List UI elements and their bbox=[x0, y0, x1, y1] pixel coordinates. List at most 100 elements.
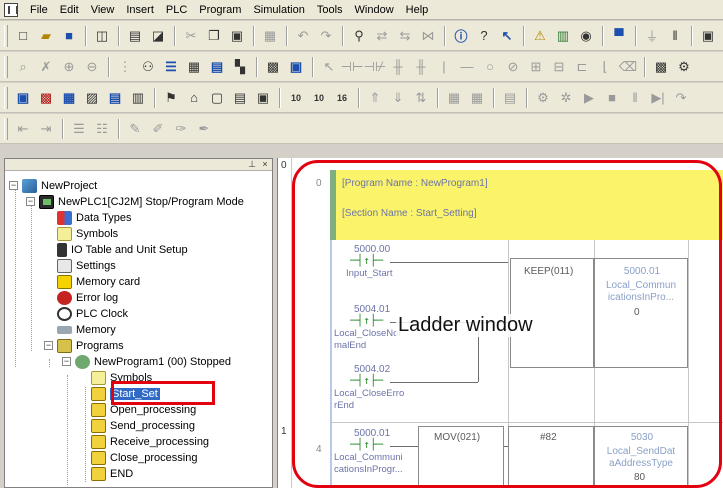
toggle-window-icon[interactable]: ▀ bbox=[608, 25, 630, 47]
tree-item-newprogram1[interactable]: − NewProgram1 (00) Stopped bbox=[62, 353, 231, 370]
run-icon[interactable]: ▶ bbox=[578, 87, 600, 109]
tree-item-io-table[interactable]: IO Table and Unit Setup bbox=[57, 241, 188, 258]
warning-icon[interactable]: ⚠ bbox=[529, 25, 551, 47]
find-icon[interactable]: ⚲ bbox=[348, 25, 370, 47]
print-icon[interactable]: ▤ bbox=[124, 25, 146, 47]
toolbar-grip[interactable] bbox=[4, 117, 8, 140]
tree-item-plc-clock[interactable]: PLC Clock bbox=[57, 305, 128, 322]
sim-settings-icon[interactable]: ⚙ bbox=[532, 87, 554, 109]
cross-reference-window-icon[interactable]: ▣ bbox=[252, 87, 274, 109]
menu-window[interactable]: Window bbox=[349, 1, 400, 19]
io-comment-icon[interactable]: ▚ bbox=[229, 56, 251, 78]
toolbar-grip[interactable] bbox=[4, 55, 8, 78]
redo-icon[interactable]: ↷ bbox=[315, 25, 337, 47]
menu-view[interactable]: View bbox=[85, 1, 121, 19]
zoom-out-icon[interactable]: ⊖ bbox=[81, 56, 103, 78]
replace-icon[interactable]: ⇄ bbox=[371, 25, 393, 47]
section-icon[interactable]: ▩ bbox=[262, 56, 284, 78]
step-over-icon[interactable]: ↷ bbox=[670, 87, 692, 109]
window-icon[interactable]: ▩ bbox=[35, 87, 57, 109]
display-16-icon[interactable]: 16 bbox=[331, 87, 353, 109]
window-cascade-icon[interactable]: ▨ bbox=[81, 87, 103, 109]
tree-item-symbols[interactable]: Symbols bbox=[57, 225, 118, 242]
menu-program[interactable]: Program bbox=[193, 1, 247, 19]
comment-icon[interactable]: ✎ bbox=[124, 118, 146, 140]
menu-file[interactable]: File bbox=[24, 1, 54, 19]
find-next-icon[interactable]: ⇆ bbox=[394, 25, 416, 47]
watch-window-icon[interactable]: ⚑ bbox=[160, 87, 182, 109]
grid-toggle-icon[interactable]: ⋮ bbox=[114, 56, 136, 78]
zoom-icon[interactable]: ⌕ bbox=[12, 56, 34, 78]
tree-item-settings[interactable]: Settings bbox=[57, 257, 116, 274]
select-icon[interactable]: ↖ bbox=[318, 56, 340, 78]
bookmark-icon[interactable]: ✑ bbox=[170, 118, 192, 140]
stop-icon[interactable]: ■ bbox=[601, 87, 623, 109]
settings-gear-icon[interactable]: ⚙ bbox=[673, 56, 695, 78]
open-file-icon[interactable]: ▰ bbox=[35, 25, 57, 47]
align-left-icon[interactable]: ☰ bbox=[68, 118, 90, 140]
transfer-up-icon[interactable]: ⇑ bbox=[364, 87, 386, 109]
tree-item-programs[interactable]: − Programs bbox=[44, 337, 124, 354]
pt-instruction-icon[interactable]: ⊟ bbox=[548, 56, 570, 78]
menu-simulation[interactable]: Simulation bbox=[247, 1, 310, 19]
tree-item-send-processing[interactable]: Send_processing bbox=[91, 417, 195, 434]
sim-gear-icon[interactable]: ✲ bbox=[555, 87, 577, 109]
bookmark-next-icon[interactable]: ✒ bbox=[193, 118, 215, 140]
tree-item-data-types[interactable]: Data Types bbox=[57, 209, 131, 226]
properties-icon[interactable]: ▢ bbox=[206, 87, 228, 109]
vertical-line-icon[interactable]: | bbox=[433, 56, 455, 78]
binoculars-icon[interactable]: ◉ bbox=[575, 25, 597, 47]
app-icon[interactable] bbox=[4, 2, 18, 17]
memory-view-icon[interactable]: ▤ bbox=[229, 87, 251, 109]
monitor-mode-icon[interactable]: ▤ bbox=[499, 87, 521, 109]
pin-icon[interactable]: ⊥ bbox=[246, 159, 258, 170]
uncomment-icon[interactable]: ✐ bbox=[147, 118, 169, 140]
collapse-toggle[interactable]: − bbox=[9, 181, 18, 190]
symbol-icon[interactable]: ⚇ bbox=[137, 56, 159, 78]
project-view-icon[interactable]: ▣ bbox=[12, 87, 34, 109]
context-help-icon[interactable]: ↖ bbox=[496, 25, 518, 47]
offline-icon[interactable]: ▦ bbox=[466, 87, 488, 109]
paste-icon[interactable]: ▣ bbox=[226, 25, 248, 47]
clipboard-icon[interactable]: ▦ bbox=[259, 25, 281, 47]
menu-plc[interactable]: PLC bbox=[160, 1, 193, 19]
address-reference-icon[interactable]: ⌂ bbox=[183, 87, 205, 109]
cut-icon[interactable]: ✂ bbox=[180, 25, 202, 47]
bar-chart-icon[interactable]: ▥ bbox=[552, 25, 574, 47]
new-rung-icon[interactable]: ▣ bbox=[285, 56, 307, 78]
line-delete-icon[interactable]: ⌫ bbox=[617, 56, 639, 78]
display-10b-icon[interactable]: 10 bbox=[308, 87, 330, 109]
monitor-icon[interactable]: ▤ bbox=[206, 56, 228, 78]
table-icon[interactable]: ▦ bbox=[183, 56, 205, 78]
menu-edit[interactable]: Edit bbox=[54, 1, 85, 19]
coil-nc-icon[interactable]: ⊘ bbox=[502, 56, 524, 78]
instruction-icon[interactable]: ⊞ bbox=[525, 56, 547, 78]
online-edit-icon[interactable]: ▩ bbox=[650, 56, 672, 78]
grid-icon[interactable]: ▣ bbox=[697, 25, 719, 47]
tree-item-error-log[interactable]: Error log bbox=[57, 289, 118, 306]
indent-increase-icon[interactable]: ⇥ bbox=[35, 118, 57, 140]
transfer-down-icon[interactable]: ⇓ bbox=[387, 87, 409, 109]
compare-icon[interactable]: ⇅ bbox=[410, 87, 432, 109]
cross-reference-icon[interactable]: ⋈ bbox=[417, 25, 439, 47]
menu-help[interactable]: Help bbox=[400, 1, 435, 19]
or-contact-icon[interactable]: ╫ bbox=[387, 56, 409, 78]
tree-item-close-processing[interactable]: Close_processing bbox=[91, 449, 197, 466]
zoom-in-icon[interactable]: ⊕ bbox=[58, 56, 80, 78]
tree-item-receive-processing[interactable]: Receive_processing bbox=[91, 433, 209, 450]
cut-rung-icon[interactable]: ✗ bbox=[35, 56, 57, 78]
collapse-toggle[interactable]: − bbox=[62, 357, 71, 366]
tree-item-memory[interactable]: Memory bbox=[57, 321, 116, 338]
indent-decrease-icon[interactable]: ⇤ bbox=[12, 118, 34, 140]
tree-item-project[interactable]: − NewProject bbox=[9, 177, 97, 194]
online-icon[interactable]: ▦ bbox=[443, 87, 465, 109]
line-connect-icon[interactable]: ⌊ bbox=[594, 56, 616, 78]
toolbar-grip[interactable] bbox=[4, 24, 8, 47]
display-10-icon[interactable]: 10 bbox=[285, 87, 307, 109]
tree-item-end[interactable]: END bbox=[91, 465, 133, 482]
pause-icon[interactable]: ‖ bbox=[664, 25, 686, 47]
new-file-icon[interactable]: □ bbox=[12, 25, 34, 47]
toolbar-grip[interactable] bbox=[4, 86, 8, 109]
save-icon[interactable]: ■ bbox=[58, 25, 80, 47]
info-icon[interactable]: ⓘ bbox=[450, 25, 472, 47]
